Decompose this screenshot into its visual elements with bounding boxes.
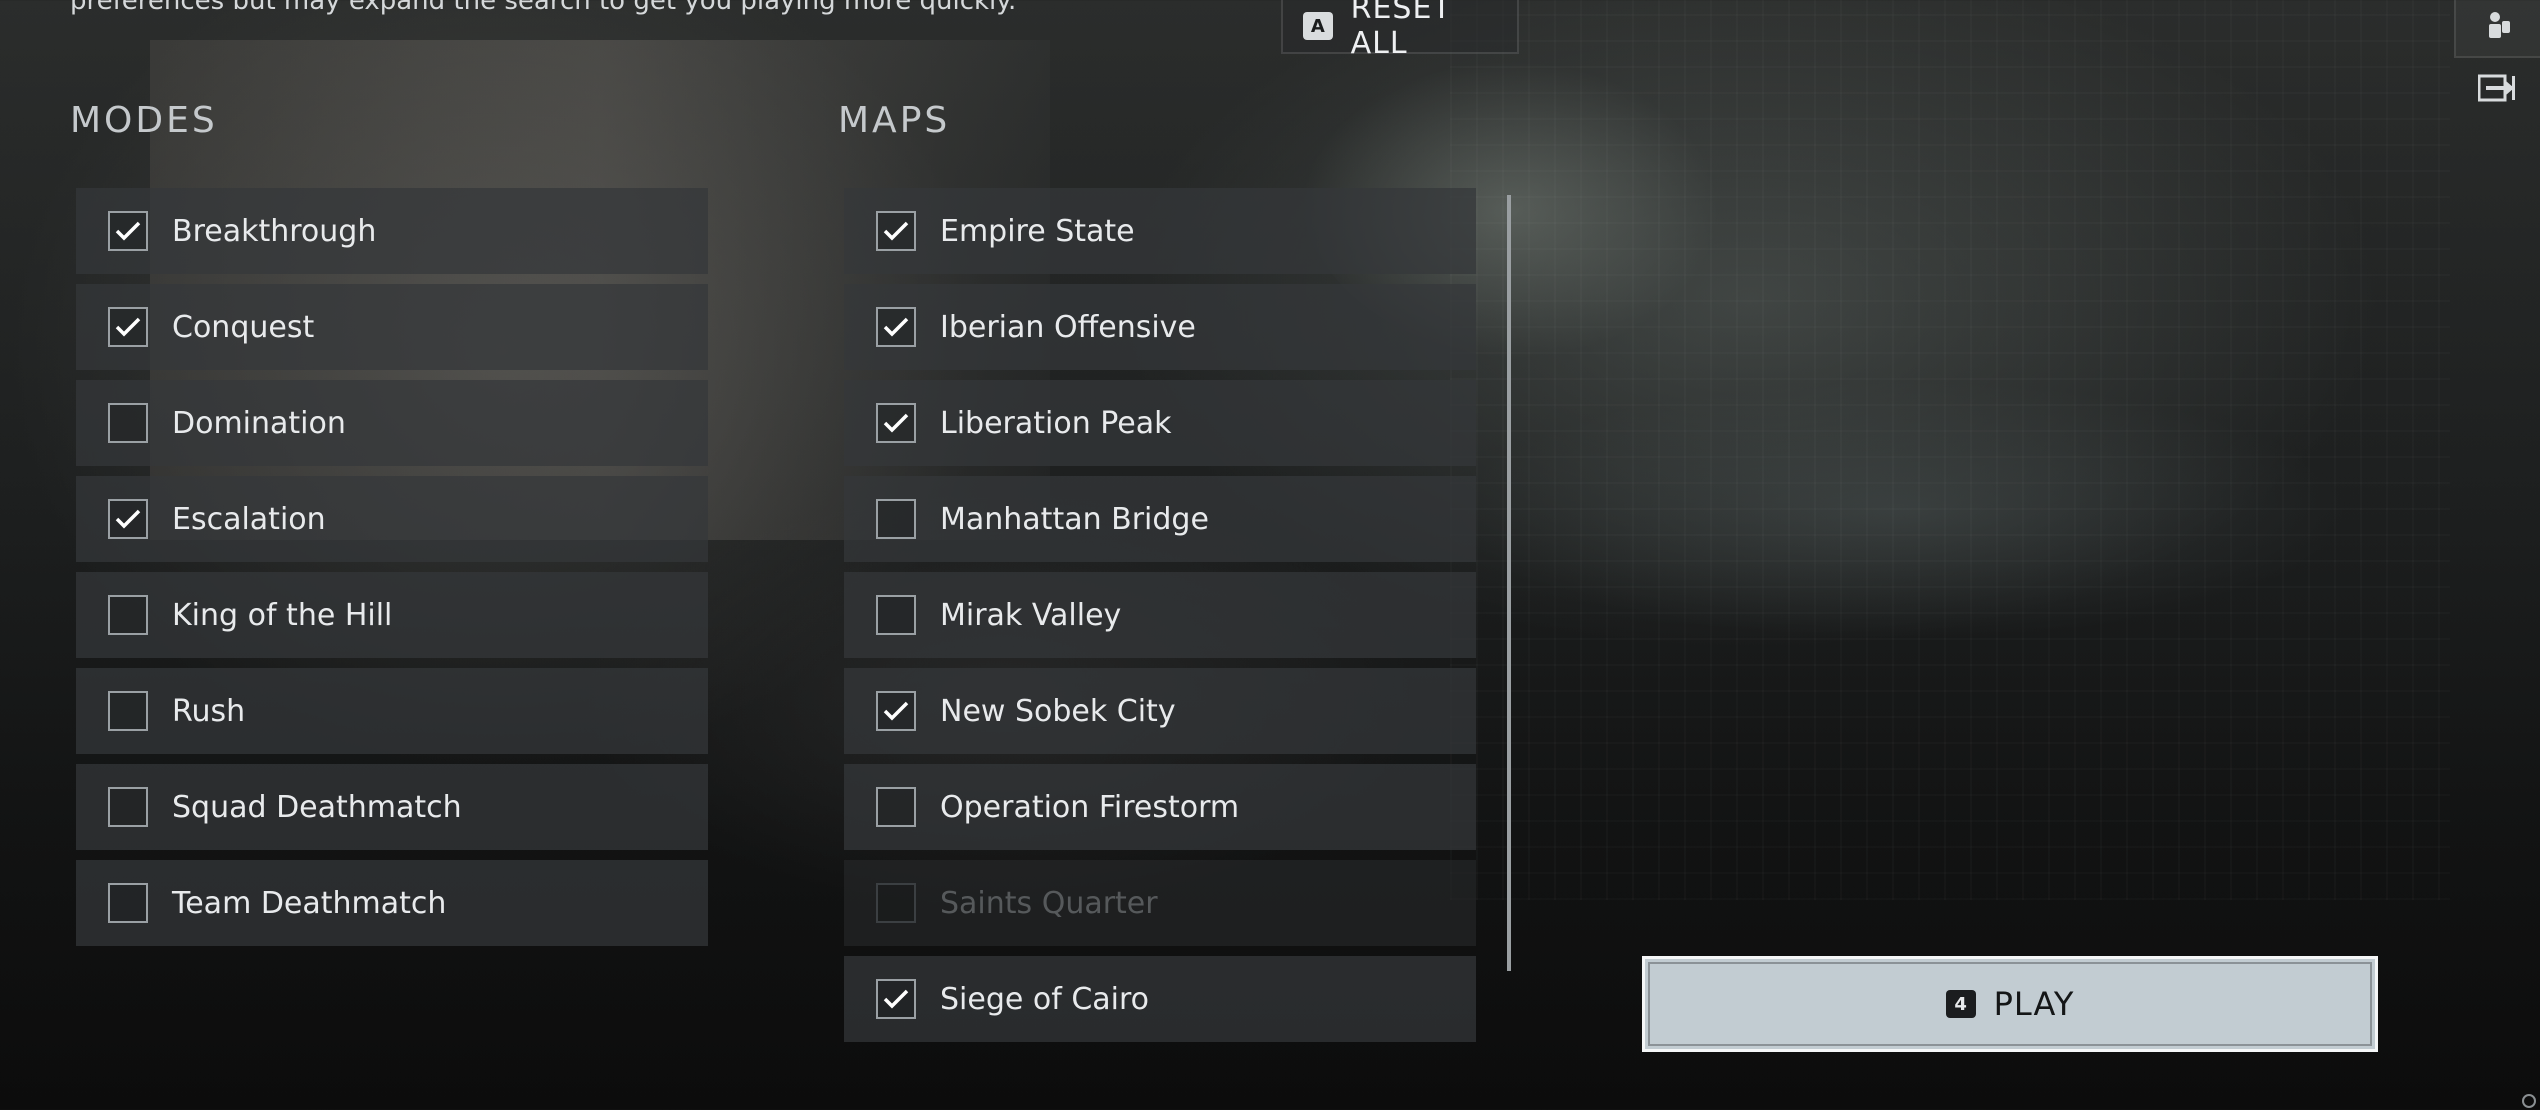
play-button[interactable]: 4 PLAY	[1642, 956, 2378, 1052]
key-badge-a: A	[1303, 12, 1333, 40]
map-label: Manhattan Bridge	[940, 501, 1209, 537]
mode-label: Escalation	[172, 501, 326, 537]
mode-label: King of the Hill	[172, 597, 393, 633]
mode-row[interactable]: Breakthrough	[76, 188, 708, 274]
mode-row[interactable]: Conquest	[76, 284, 708, 370]
mode-label: Rush	[172, 693, 246, 729]
map-row[interactable]: Manhattan Bridge	[844, 476, 1476, 562]
modes-title: MODES	[70, 100, 218, 141]
checkmark-icon	[883, 221, 909, 241]
play-label: PLAY	[1993, 985, 2075, 1023]
checkmark-icon	[883, 701, 909, 721]
description-text: preferences but may expand the search to…	[70, 0, 1017, 16]
map-row[interactable]: Liberation Peak	[844, 380, 1476, 466]
maps-list: Empire State Iberian Offensive Liberation …	[844, 188, 1476, 1052]
background-grid	[1450, 0, 2450, 900]
map-row[interactable]: New Sobek City	[844, 668, 1476, 754]
settings-corner-icon	[2522, 1094, 2536, 1108]
mode-label: Squad Deathmatch	[172, 789, 462, 825]
map-label: Saints Quarter	[940, 885, 1158, 921]
map-checkbox[interactable]	[876, 787, 916, 827]
key-badge-4: 4	[1945, 990, 1976, 1018]
map-label: Siege of Cairo	[940, 981, 1150, 1017]
mode-row[interactable]: King of the Hill	[76, 572, 708, 658]
map-label: Liberation Peak	[940, 405, 1172, 441]
mode-checkbox[interactable]	[108, 211, 148, 251]
mode-checkbox[interactable]	[108, 403, 148, 443]
map-checkbox[interactable]	[876, 403, 916, 443]
mode-label: Breakthrough	[172, 213, 377, 249]
mode-checkbox[interactable]	[108, 307, 148, 347]
exit-icon[interactable]	[2454, 60, 2540, 116]
checkmark-icon	[115, 221, 141, 241]
checkmark-icon	[115, 317, 141, 337]
map-label: Operation Firestorm	[940, 789, 1240, 825]
mode-label: Team Deathmatch	[172, 885, 447, 921]
maps-title: MAPS	[838, 100, 951, 141]
mode-checkbox[interactable]	[108, 499, 148, 539]
map-row[interactable]: Iberian Offensive	[844, 284, 1476, 370]
mode-label: Domination	[172, 405, 346, 441]
checkmark-icon	[883, 413, 909, 433]
mode-row[interactable]: Team Deathmatch	[76, 860, 708, 946]
mode-checkbox[interactable]	[108, 883, 148, 923]
mode-row[interactable]: Domination	[76, 380, 708, 466]
map-checkbox[interactable]	[876, 307, 916, 347]
map-label: Iberian Offensive	[940, 309, 1196, 345]
map-row[interactable]: Siege of Cairo	[844, 956, 1476, 1042]
mode-row[interactable]: Squad Deathmatch	[76, 764, 708, 850]
mode-checkbox[interactable]	[108, 595, 148, 635]
map-checkbox	[876, 883, 916, 923]
map-label: Empire State	[940, 213, 1135, 249]
reset-all-button[interactable]: A RESET ALL	[1281, 0, 1519, 61]
map-row[interactable]: Empire State	[844, 188, 1476, 274]
map-checkbox[interactable]	[876, 499, 916, 539]
checkmark-icon	[883, 989, 909, 1009]
maps-scrollbar[interactable]	[1507, 195, 1511, 971]
squad-icon[interactable]	[2454, 0, 2540, 58]
map-row[interactable]: Mirak Valley	[844, 572, 1476, 658]
map-row[interactable]: Operation Firestorm	[844, 764, 1476, 850]
mode-label: Conquest	[172, 309, 315, 345]
mode-row[interactable]: Escalation	[76, 476, 708, 562]
map-checkbox[interactable]	[876, 691, 916, 731]
map-row: Saints Quarter	[844, 860, 1476, 946]
mode-checkbox[interactable]	[108, 691, 148, 731]
map-label: Mirak Valley	[940, 597, 1122, 633]
reset-all-label: RESET ALL	[1350, 0, 1452, 61]
modes-list: Breakthrough Conquest Domination Escalation…	[76, 188, 708, 956]
mode-checkbox[interactable]	[108, 787, 148, 827]
checkmark-icon	[115, 509, 141, 529]
map-checkbox[interactable]	[876, 595, 916, 635]
map-checkbox[interactable]	[876, 211, 916, 251]
map-label: New Sobek City	[940, 693, 1176, 729]
checkmark-icon	[883, 317, 909, 337]
mode-row[interactable]: Rush	[76, 668, 708, 754]
map-checkbox[interactable]	[876, 979, 916, 1019]
